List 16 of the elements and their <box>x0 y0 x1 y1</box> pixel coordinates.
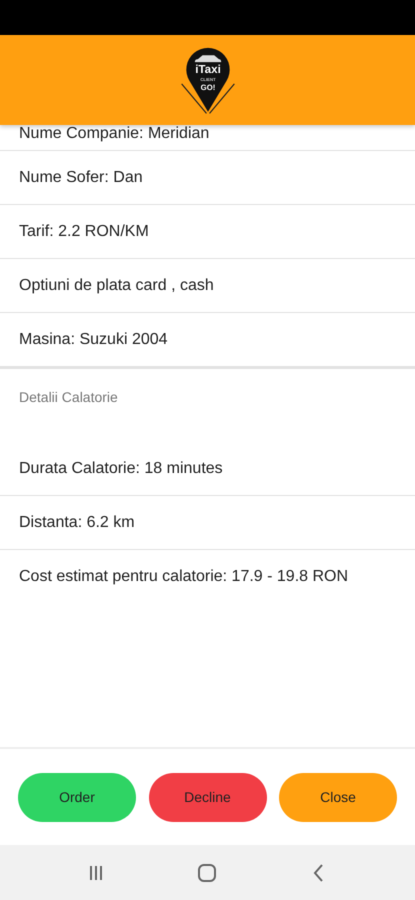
detail-text: Nume Sofer: Dan <box>19 168 143 186</box>
detail-text: Distanta: 6.2 km <box>19 514 135 532</box>
detail-text: Cost estimat pentru calatorie: 17.9 - 19.8 RON <box>19 568 348 586</box>
action-button[interactable]: Close <box>279 772 397 822</box>
detail-text: Durata Calatorie: 18 minutes <box>19 460 223 478</box>
home-icon[interactable] <box>197 862 218 882</box>
pin-drawing <box>180 48 234 114</box>
logo-title: iTaxi <box>194 63 220 76</box>
section-title: Detalii Calatorie <box>0 367 415 442</box>
action-button[interactable]: Order <box>18 772 136 822</box>
detail-text: Nume Companie: Meridian <box>19 125 210 143</box>
action-button[interactable]: Decline <box>148 772 266 822</box>
detail-text: Optiuni de plata card , cash <box>19 276 214 294</box>
detail-text: Tarif: 2.2 RON/KM <box>19 222 149 240</box>
detail-text: Masina: Suzuki 2004 <box>19 330 168 348</box>
logo-tagline: GO! <box>200 83 215 92</box>
